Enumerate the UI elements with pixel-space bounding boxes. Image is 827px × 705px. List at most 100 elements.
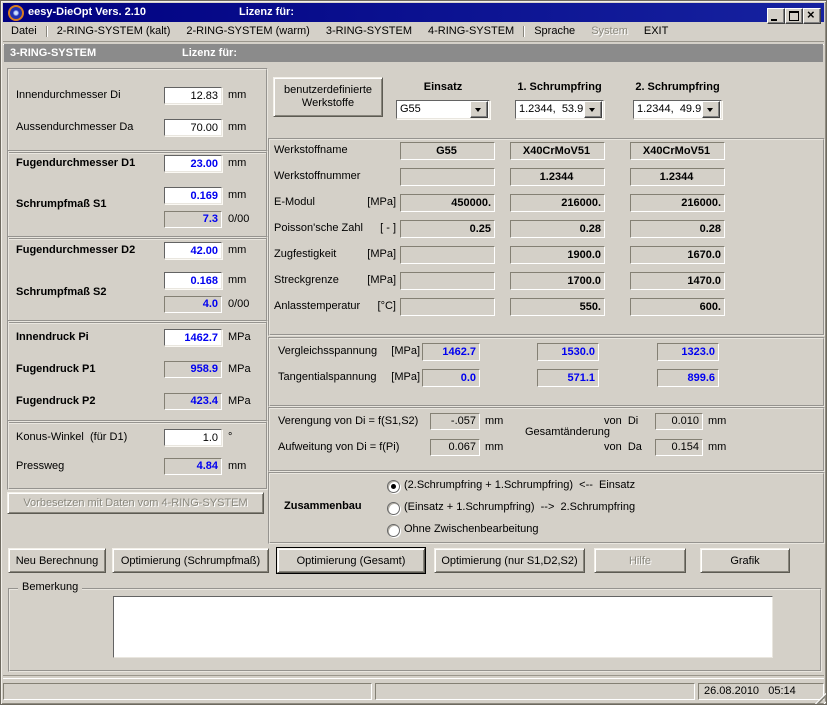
mat-cell: 1.2344 bbox=[510, 168, 605, 186]
von-da-unit: mm bbox=[708, 439, 726, 456]
hilfe-button: Hilfe bbox=[594, 548, 686, 573]
menu-item-exit[interactable]: EXIT bbox=[636, 22, 676, 41]
subheader-system-label: 3-RING-SYSTEM bbox=[10, 44, 96, 62]
mat-cell: 0.28 bbox=[630, 220, 725, 238]
mat-row-unit: [MPa] bbox=[324, 272, 396, 289]
ring2-dropdown-value: 1.2344, 49.9 bbox=[634, 101, 702, 118]
menu-item-2ring-kalt[interactable]: 2-RING-SYSTEM (kalt) bbox=[49, 22, 179, 41]
mat-row-label: E-Modul bbox=[274, 194, 315, 211]
assembly-option-3-label[interactable]: Ohne Zwischenbearbeitung bbox=[404, 521, 539, 538]
menu-separator bbox=[523, 26, 525, 37]
assembly-label: Zusammenbau bbox=[284, 498, 362, 515]
mat-cell: X40CrMoV51 bbox=[630, 142, 725, 160]
app-window: eesy-DieOpt Vers. 2.10 Lizenz für: Datei… bbox=[0, 0, 827, 705]
assembly-option-2-radio[interactable] bbox=[387, 502, 400, 515]
menu-item-sprache[interactable]: Sprache bbox=[526, 22, 583, 41]
title-license-label: Lizenz für: bbox=[239, 6, 294, 18]
da-field[interactable] bbox=[164, 119, 222, 136]
stress-cell: 571.1 bbox=[537, 369, 599, 387]
optimierung-gesamt-button[interactable]: Optimierung (Gesamt) bbox=[277, 548, 425, 573]
menu-item-system: System bbox=[583, 22, 636, 41]
remark-label: Bemerkung bbox=[18, 582, 82, 593]
pressweg-label: Pressweg bbox=[16, 458, 64, 475]
mat-cell bbox=[400, 168, 495, 186]
verengung-unit: mm bbox=[485, 413, 503, 430]
s2-permille-unit: 0/00 bbox=[228, 296, 249, 313]
neu-berechnung-button[interactable]: Neu Berechnung bbox=[8, 548, 106, 573]
chevron-down-icon[interactable] bbox=[470, 101, 488, 118]
user-materials-button[interactable]: benutzerdefinierte Werkstoffe bbox=[273, 77, 383, 117]
mat-cell: 550. bbox=[510, 298, 605, 316]
einsatz-dropdown-value: G55 bbox=[397, 101, 470, 118]
mat-cell: 216000. bbox=[510, 194, 605, 212]
da-label: Aussendurchmesser Da bbox=[16, 119, 133, 136]
d1-field[interactable] bbox=[164, 155, 222, 172]
verengung-label: Verengung von Di = f(S1,S2) bbox=[278, 413, 418, 430]
s1-field[interactable] bbox=[164, 187, 222, 204]
menu-item-datei[interactable]: Datei bbox=[3, 22, 45, 41]
stress-cell: 899.6 bbox=[657, 369, 719, 387]
assembly-option-1-radio[interactable] bbox=[387, 480, 400, 493]
s2-field[interactable] bbox=[164, 272, 222, 289]
ring1-header: 1. Schrumpfring bbox=[509, 79, 610, 96]
mat-cell: 216000. bbox=[630, 194, 725, 212]
chevron-down-icon[interactable] bbox=[702, 101, 720, 118]
konus-field[interactable] bbox=[164, 429, 222, 446]
remark-textarea[interactable] bbox=[113, 596, 773, 658]
grafik-button[interactable]: Grafik bbox=[700, 548, 790, 573]
einsatz-header: Einsatz bbox=[396, 79, 490, 96]
statusbar-panel-2 bbox=[375, 683, 695, 700]
pressweg-field: 4.84 bbox=[164, 458, 222, 475]
d2-unit: mm bbox=[228, 242, 246, 259]
ring1-dropdown[interactable]: 1.2344, 53.9 bbox=[515, 100, 604, 119]
optimierung-s1d2s2-button[interactable]: Optimierung (nur S1,D2,S2) bbox=[434, 548, 585, 573]
menu-separator bbox=[46, 26, 48, 37]
assembly-option-2-label[interactable]: (Einsatz + 1.Schrumpfring) --> 2.Schrump… bbox=[404, 499, 635, 516]
di-unit: mm bbox=[228, 87, 246, 104]
mat-row-unit: [MPa] bbox=[324, 246, 396, 263]
ring2-header: 2. Schrumpfring bbox=[627, 79, 728, 96]
mat-row-unit: [MPa] bbox=[324, 194, 396, 211]
assembly-option-1-label[interactable]: (2.Schrumpfring + 1.Schrumpfring) <-- Ei… bbox=[404, 477, 635, 494]
mat-cell: 1470.0 bbox=[630, 272, 725, 290]
konus-unit: ° bbox=[228, 429, 232, 446]
stress-cell: 1462.7 bbox=[422, 343, 480, 361]
optimierung-schrumpfmass-button[interactable]: Optimierung (Schrumpfmaß) bbox=[112, 548, 269, 573]
von-da-label: von Da bbox=[604, 439, 638, 456]
konus-label: Konus-Winkel (für D1) bbox=[16, 429, 127, 446]
p1-field: 958.9 bbox=[164, 361, 222, 378]
mat-cell: 450000. bbox=[400, 194, 495, 212]
ring1-dropdown-value: 1.2344, 53.9 bbox=[516, 101, 584, 118]
von-da-field: 0.154 bbox=[655, 439, 703, 456]
s1-permille-unit: 0/00 bbox=[228, 211, 249, 228]
p2-field: 423.4 bbox=[164, 393, 222, 410]
mat-cell bbox=[400, 272, 495, 290]
mat-cell bbox=[400, 298, 495, 316]
ring2-dropdown[interactable]: 1.2344, 49.9 bbox=[633, 100, 722, 119]
mat-cell: 0.25 bbox=[400, 220, 495, 238]
mat-cell: X40CrMoV51 bbox=[510, 142, 605, 160]
assembly-option-3-radio[interactable] bbox=[387, 524, 400, 537]
da-unit: mm bbox=[228, 119, 246, 136]
pi-unit: MPa bbox=[228, 329, 251, 346]
menu-item-4ring[interactable]: 4-RING-SYSTEM bbox=[420, 22, 522, 41]
mat-cell: 1700.0 bbox=[510, 272, 605, 290]
chevron-down-icon[interactable] bbox=[584, 101, 602, 118]
mat-row-unit: [ - ] bbox=[324, 220, 396, 237]
stress-row-unit: [MPa] bbox=[352, 369, 420, 386]
s1-unit: mm bbox=[228, 187, 246, 204]
title-bar[interactable]: eesy-DieOpt Vers. 2.10 Lizenz für: bbox=[3, 3, 824, 22]
app-icon[interactable] bbox=[8, 5, 24, 21]
di-field[interactable] bbox=[164, 87, 222, 104]
mat-cell: G55 bbox=[400, 142, 495, 160]
statusbar-panel-1 bbox=[3, 683, 372, 700]
menu-item-3ring[interactable]: 3-RING-SYSTEM bbox=[318, 22, 420, 41]
s1-permille-field: 7.3 bbox=[164, 211, 222, 228]
menu-item-2ring-warm[interactable]: 2-RING-SYSTEM (warm) bbox=[178, 22, 317, 41]
stress-row-unit: [MPa] bbox=[352, 343, 420, 360]
pi-field[interactable] bbox=[164, 329, 222, 346]
p2-label: Fugendruck P2 bbox=[16, 393, 95, 410]
stress-cell: 0.0 bbox=[422, 369, 480, 387]
d2-field[interactable] bbox=[164, 242, 222, 259]
einsatz-dropdown[interactable]: G55 bbox=[396, 100, 490, 119]
